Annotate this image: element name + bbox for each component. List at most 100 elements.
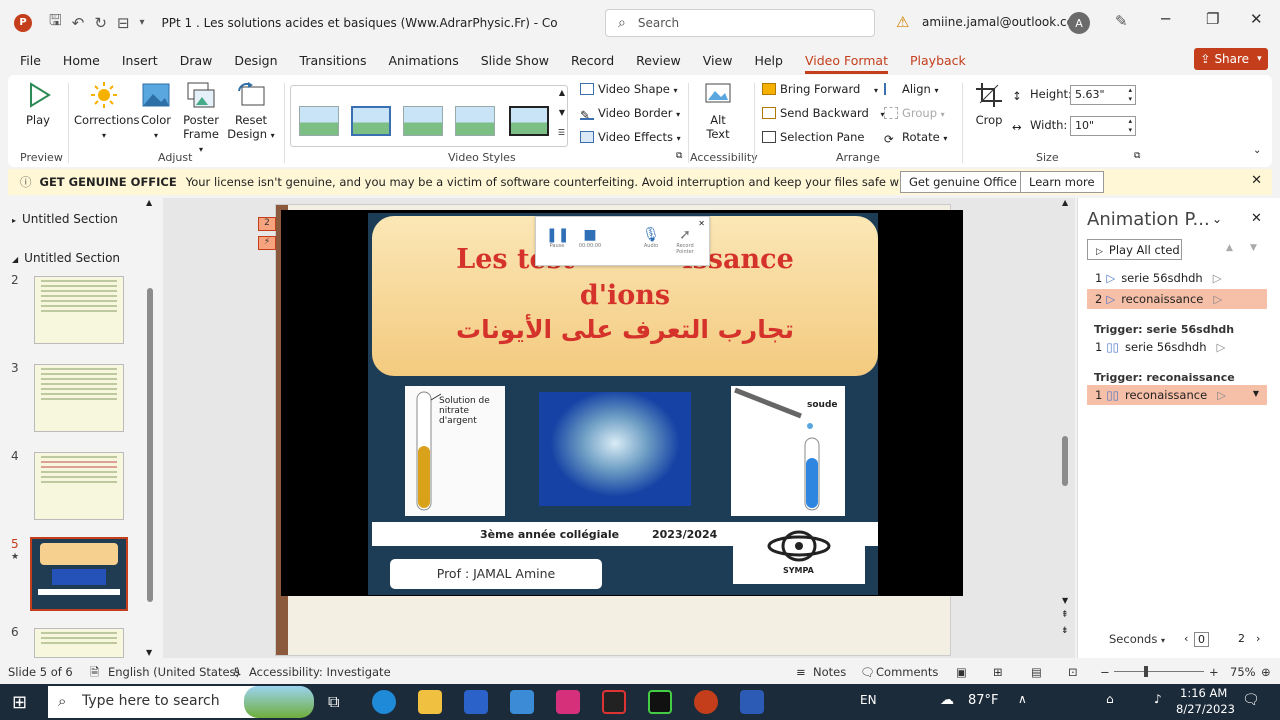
- zoom-slider[interactable]: [1114, 671, 1204, 672]
- zoom-level[interactable]: 75%: [1230, 665, 1256, 679]
- reading-view-icon[interactable]: ▤: [1031, 665, 1042, 679]
- zoom-in-icon[interactable]: +: [1209, 665, 1219, 679]
- dialog-launcher-icon[interactable]: ⧉: [676, 151, 682, 161]
- minimize-icon[interactable]: ─: [1161, 10, 1170, 28]
- slide-thumbnail-4[interactable]: [34, 452, 124, 520]
- color-button[interactable]: Color ▾: [138, 81, 174, 143]
- save-icon[interactable]: 🖫: [46, 10, 65, 35]
- pycharm-icon[interactable]: [648, 690, 672, 714]
- input-language[interactable]: EN: [860, 693, 877, 707]
- tab-transitions[interactable]: Transitions: [300, 49, 367, 72]
- trigger-tag-icon[interactable]: ⚡: [258, 236, 276, 250]
- video-border-button[interactable]: ✎ Video Border ▾: [580, 106, 680, 122]
- selection-pane-button[interactable]: Selection Pane: [762, 130, 864, 144]
- close-window-icon[interactable]: ✕: [1250, 10, 1263, 28]
- learn-more-button[interactable]: Learn more: [1020, 171, 1104, 193]
- scroll-up-icon[interactable]: ▲: [146, 198, 152, 207]
- gallery-up-icon[interactable]: ▲: [559, 88, 565, 97]
- collapse-ribbon-icon[interactable]: ⌄: [1253, 145, 1261, 156]
- spelling-icon[interactable]: 🗎: [90, 665, 99, 684]
- gallery-more-icon[interactable]: ☰: [558, 128, 565, 137]
- get-genuine-office-button[interactable]: Get genuine Office: [900, 171, 1026, 193]
- notifications-icon[interactable]: 🗨: [1242, 692, 1260, 708]
- timeline-right-icon[interactable]: ›: [1256, 632, 1260, 645]
- accessibility-status[interactable]: Accessibility: Investigate: [249, 665, 391, 679]
- section-collapse-icon[interactable]: ◢: [12, 255, 18, 264]
- send-backward-button[interactable]: Send Backward ▾: [762, 106, 885, 120]
- accessibility-icon[interactable]: ♿: [232, 665, 242, 679]
- instagram-icon[interactable]: [556, 690, 580, 714]
- poster-frame-button[interactable]: Poster Frame ▾: [180, 81, 222, 157]
- seconds-dropdown[interactable]: Seconds ▾: [1109, 632, 1165, 646]
- word-taskbar-icon[interactable]: [740, 690, 764, 714]
- weather-icon[interactable]: ☁: [940, 692, 954, 708]
- align-button[interactable]: Align ▾: [884, 82, 939, 96]
- tab-video-format[interactable]: Video Format: [804, 49, 889, 74]
- microsoft-store-icon[interactable]: [464, 690, 488, 714]
- fit-slide-icon[interactable]: ⊕: [1261, 665, 1271, 679]
- pane-options-icon[interactable]: ⌄: [1212, 212, 1222, 226]
- timeline-left-icon[interactable]: ‹: [1184, 632, 1188, 645]
- crop-button[interactable]: Crop: [972, 81, 1006, 127]
- video-shape-button[interactable]: Video Shape ▾: [580, 82, 678, 96]
- slide-thumbnail-2[interactable]: [34, 276, 124, 344]
- show-hidden-icons[interactable]: ∧: [1018, 692, 1027, 706]
- zoom-out-icon[interactable]: −: [1100, 665, 1110, 679]
- record-pointer-button[interactable]: ➚ Record Pointer: [672, 227, 698, 255]
- slide-thumbnail-3[interactable]: [34, 364, 124, 432]
- redo-icon[interactable]: ↻: [91, 14, 110, 32]
- close-pane-icon[interactable]: ✕: [1251, 211, 1262, 226]
- section-collapse-icon[interactable]: ▸: [12, 216, 16, 225]
- height-spinner-icon[interactable]: ▴ ▾: [1128, 86, 1132, 104]
- stop-button[interactable]: ■ 00:00:00: [578, 227, 602, 249]
- slide-thumbnail-5[interactable]: [30, 537, 128, 611]
- notes-icon[interactable]: ≡: [796, 665, 806, 679]
- normal-view-icon[interactable]: ▣: [956, 665, 967, 679]
- tab-view[interactable]: View: [703, 49, 733, 72]
- section-header[interactable]: ▸ Untitled Section: [12, 212, 118, 226]
- corrections-button[interactable]: Corrections ▾: [74, 81, 140, 143]
- tab-playback[interactable]: Playback: [910, 49, 966, 72]
- item-dropdown-icon[interactable]: ▼: [1253, 389, 1259, 398]
- volume-icon[interactable]: ♪: [1154, 692, 1162, 706]
- temperature[interactable]: 87°F: [968, 693, 999, 708]
- play-button[interactable]: Play: [22, 81, 54, 127]
- width-spinner-icon[interactable]: ▴ ▾: [1128, 117, 1132, 135]
- video-style-1[interactable]: [299, 106, 339, 136]
- audio-button[interactable]: 🎙 Audio: [640, 227, 662, 249]
- zoom-slider-thumb[interactable]: [1144, 666, 1148, 677]
- bring-forward-button[interactable]: Bring Forward ▾: [762, 82, 878, 96]
- slide-sorter-icon[interactable]: ⊞: [993, 665, 1003, 679]
- notes-button[interactable]: Notes: [813, 665, 846, 679]
- section-header[interactable]: ◢ Untitled Section: [12, 251, 120, 265]
- animation-tag[interactable]: 2: [258, 217, 276, 231]
- animation-item[interactable]: 1 ▯▯ serie 56sdhdh ▷: [1087, 337, 1267, 357]
- avatar[interactable]: A: [1068, 12, 1090, 34]
- tab-insert[interactable]: Insert: [122, 49, 158, 72]
- language-indicator[interactable]: English (United States): [108, 665, 240, 679]
- height-input[interactable]: 5.63" ▴ ▾: [1070, 85, 1136, 105]
- qat-more-icon[interactable]: ▾: [137, 17, 148, 28]
- task-view-icon[interactable]: ⧉: [328, 692, 339, 712]
- maximize-icon[interactable]: ❐: [1206, 10, 1219, 28]
- close-icon[interactable]: ✕: [698, 219, 705, 228]
- next-slide-icon[interactable]: ⇟: [1061, 626, 1069, 636]
- tab-help[interactable]: Help: [754, 49, 783, 72]
- tab-review[interactable]: Review: [636, 49, 681, 72]
- move-down-icon[interactable]: ▼: [1250, 243, 1257, 253]
- video-style-5[interactable]: [509, 106, 549, 136]
- comments-icon[interactable]: 🗨: [860, 665, 875, 679]
- account-email[interactable]: amiine.jamal@outlook.com: [922, 15, 1086, 29]
- tab-draw[interactable]: Draw: [180, 49, 213, 72]
- pause-button[interactable]: ❚❚ Pause: [546, 227, 569, 249]
- video-effects-button[interactable]: Video Effects ▾: [580, 130, 681, 144]
- undo-icon[interactable]: ↶: [69, 14, 88, 32]
- clock-date[interactable]: 8/27/2023: [1176, 702, 1235, 716]
- previous-slide-icon[interactable]: ⇞: [1061, 610, 1069, 620]
- davinci-resolve-icon[interactable]: [602, 690, 626, 714]
- alt-text-button[interactable]: Alt Text: [700, 81, 736, 141]
- animation-item[interactable]: 1 ▷ serie 56sdhdh ▷: [1087, 268, 1267, 288]
- search-input[interactable]: ⌕ Search: [605, 9, 875, 37]
- comments-button[interactable]: Comments: [876, 665, 938, 679]
- thumbnails-scrollbar[interactable]: [147, 288, 153, 602]
